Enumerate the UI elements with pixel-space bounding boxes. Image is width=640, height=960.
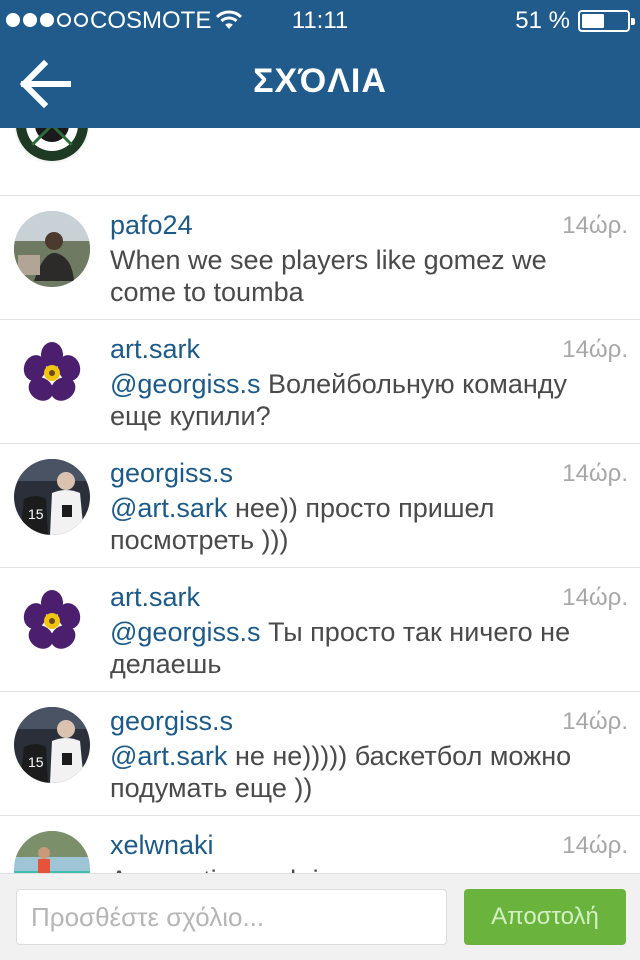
svg-text:15: 15 — [28, 754, 44, 770]
comment-row[interactable]: 15 georgiss.s 14ώρ. @art.sark не не))))) ба… — [0, 692, 640, 816]
comment-timestamp: 14ώρ. — [562, 584, 628, 611]
status-bar: COSMOTE 11:11 51 % — [0, 0, 640, 40]
top-bar: COSMOTE 11:11 51 % ΣΧΌΛΙΑ — [0, 0, 640, 128]
comment-timestamp: 14ώρ. — [562, 832, 628, 859]
comment-timestamp: 14ώρ. — [562, 336, 628, 363]
comment-compose-bar: Αποστολή — [0, 873, 640, 960]
user-avatar[interactable] — [14, 831, 90, 873]
comment-row[interactable]: art.sark 14ώρ. @georgiss.s Волейбольную ко… — [0, 320, 640, 444]
comment-mention-link[interactable]: @georgiss.s — [110, 369, 260, 399]
comment-row[interactable]: Gayre etimasou...!! — [0, 128, 640, 196]
comment-body: When we see players like gomez we come t… — [110, 245, 547, 307]
svg-text:15: 15 — [28, 506, 44, 522]
battery-icon — [578, 10, 635, 32]
comment-text: @georgiss.s Волейбольную команду еще куп… — [110, 368, 615, 432]
comment-row[interactable]: art.sark 14ώρ. @georgiss.s Ты просто так н… — [0, 568, 640, 692]
comment-body: Apenanti sou akrivws — [110, 865, 365, 873]
comment-username[interactable]: pafo24 — [110, 210, 193, 241]
comment-text: Apenanti sou akrivws — [110, 864, 615, 873]
user-avatar[interactable]: 15 — [14, 459, 90, 535]
user-avatar[interactable] — [14, 128, 90, 163]
user-avatar[interactable] — [14, 583, 90, 659]
page-title: ΣΧΌΛΙΑ — [253, 62, 387, 100]
comment-text: @art.sark не не))))) баскетбол можно под… — [110, 740, 615, 804]
comment-username[interactable]: georgiss.s — [110, 458, 233, 489]
comment-input[interactable] — [16, 889, 447, 945]
send-button[interactable]: Αποστολή — [464, 889, 626, 945]
user-avatar[interactable] — [14, 335, 90, 411]
comment-text: @art.sark нее)) просто пришел посмотреть… — [110, 492, 615, 556]
comment-timestamp: 14ώρ. — [562, 708, 628, 735]
comment-text: When we see players like gomez we come t… — [110, 244, 615, 308]
comment-username[interactable]: xelwnaki — [110, 830, 214, 861]
comment-username[interactable]: art.sark — [110, 582, 200, 613]
comment-text: @georgiss.s Ты просто так ничего не дела… — [110, 616, 615, 680]
user-avatar[interactable]: 15 — [14, 707, 90, 783]
comment-row[interactable]: 15 georgiss.s 14ώρ. @art.sark нее)) просто … — [0, 444, 640, 568]
comment-username[interactable]: art.sark — [110, 334, 200, 365]
comment-row[interactable]: pafo24 14ώρ. When we see players like gome… — [0, 196, 640, 320]
comment-mention-link[interactable]: @georgiss.s — [110, 617, 260, 647]
comment-timestamp: 14ώρ. — [562, 460, 628, 487]
comment-mention-link[interactable]: @art.sark — [110, 493, 227, 523]
user-avatar[interactable] — [14, 211, 90, 287]
comment-username[interactable]: georgiss.s — [110, 706, 233, 737]
battery-percent: 51 % — [515, 7, 570, 34]
comment-mention-link[interactable]: @art.sark — [110, 741, 227, 771]
comment-row[interactable]: xelwnaki 14ώρ. Apenanti sou akrivws — [0, 816, 640, 873]
comment-timestamp: 14ώρ. — [562, 212, 628, 239]
battery-level-fill — [582, 14, 605, 28]
comments-list[interactable]: Gayre etimasou...!! pafo24 14ώρ. When we se… — [0, 128, 640, 873]
